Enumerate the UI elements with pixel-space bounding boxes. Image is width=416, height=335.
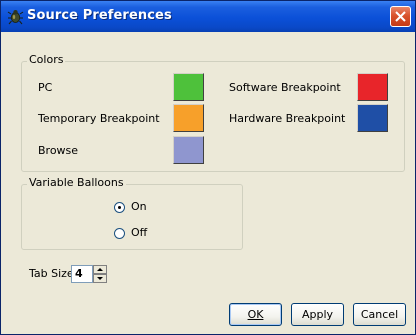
- browse-color-swatch[interactable]: [173, 136, 204, 164]
- colors-group-legend: Colors: [27, 53, 66, 66]
- variable-balloons-group: [21, 184, 243, 250]
- cancel-button[interactable]: Cancel: [353, 303, 406, 326]
- triangle-up-icon: [97, 268, 103, 271]
- software-breakpoint-color-label: Software Breakpoint: [229, 81, 341, 94]
- pc-color-swatch[interactable]: [173, 73, 204, 101]
- ok-button[interactable]: OK: [229, 303, 282, 326]
- close-button[interactable]: [390, 6, 411, 27]
- source-preferences-dialog: Source Preferences Colors PC Temporary B…: [0, 0, 416, 335]
- tab-size-input[interactable]: 4: [71, 265, 93, 283]
- hardware-breakpoint-color-swatch[interactable]: [357, 104, 388, 132]
- temporary-breakpoint-color-label: Temporary Breakpoint: [38, 112, 160, 125]
- browse-color-label: Browse: [38, 144, 79, 157]
- title-bar[interactable]: Source Preferences: [1, 1, 415, 32]
- close-icon: [395, 11, 406, 22]
- variable-balloons-legend: Variable Balloons: [27, 176, 126, 189]
- spin-up-button[interactable]: [93, 265, 107, 274]
- tab-size-spinner: [93, 265, 107, 283]
- triangle-down-icon: [97, 277, 103, 280]
- bug-icon: [7, 8, 24, 25]
- cancel-button-label: Cancel: [360, 308, 399, 321]
- balloons-off-label[interactable]: Off: [131, 226, 147, 239]
- spin-down-button[interactable]: [93, 274, 107, 283]
- apply-button-label: Apply: [301, 308, 334, 321]
- window-title: Source Preferences: [27, 8, 172, 23]
- balloons-on-radio[interactable]: [114, 202, 125, 213]
- tab-size-label: Tab Size: [29, 267, 74, 280]
- pc-color-label: PC: [38, 81, 53, 94]
- ok-button-label: OK: [247, 308, 264, 321]
- balloons-off-radio[interactable]: [114, 228, 125, 239]
- hardware-breakpoint-color-label: Hardware Breakpoint: [229, 112, 346, 125]
- balloons-on-label[interactable]: On: [131, 200, 147, 213]
- apply-button[interactable]: Apply: [291, 303, 344, 326]
- software-breakpoint-color-swatch[interactable]: [357, 73, 388, 101]
- temporary-breakpoint-color-swatch[interactable]: [173, 104, 204, 132]
